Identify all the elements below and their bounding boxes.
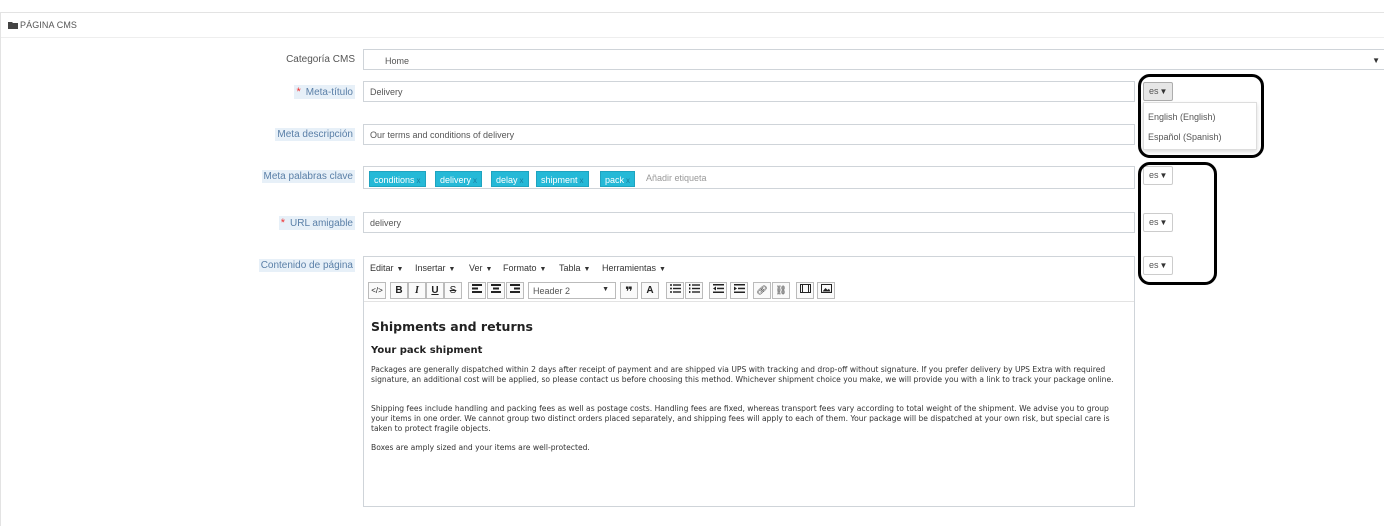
menu-label: Herramientas [602,263,657,273]
align-right-icon[interactable] [506,282,524,299]
caret-down-icon: ▼ [1159,218,1168,227]
meta-description-input[interactable]: Our terms and conditions of delivery [363,124,1135,145]
menu-herramientas[interactable]: Herramientas ▼ [602,263,666,273]
page-content-lang-button[interactable]: es▼ [1143,256,1173,275]
outdent-icon[interactable] [709,282,727,299]
block-format-select[interactable]: Header 2 ▼ [528,282,616,299]
tag-label: conditions [374,175,415,185]
bullet-list-icon[interactable] [666,282,684,299]
media-icon[interactable] [796,282,814,299]
tag-pack[interactable]: pack x [600,171,636,187]
italic-icon[interactable]: I [408,282,426,299]
required-asterisk: * [280,217,285,229]
panel-title: PÁGINA CMS [20,20,78,30]
lang-code: es [1149,86,1159,96]
lang-option-english[interactable]: English (English) [1148,112,1216,122]
folder-icon [8,21,18,31]
chevron-down-icon: ▼ [1372,56,1380,65]
remove-tag-icon[interactable]: x [417,176,421,185]
meta-title-label: * Meta-título [294,85,355,99]
tag-delay[interactable]: delay x [491,171,529,187]
add-tag-input[interactable]: Añadir etiqueta [646,173,707,183]
page-content-label: Contenido de página [258,259,355,272]
editor-menubar: Editar ▼ Insertar ▼ Ver ▼ Formato ▼ Tabla ▼ H… [364,257,1134,279]
blockquote-icon[interactable]: ❞ [620,282,638,299]
caret-down-icon: ▼ [1159,87,1168,96]
language-dropdown-menu: English (English) Español (Spanish) [1143,102,1257,150]
tag-label: delay [496,175,518,185]
category-select[interactable]: Home ▼ [363,49,1384,70]
menu-label: Editar [370,263,394,273]
tag-delivery[interactable]: delivery x [435,171,483,187]
menu-insertar[interactable]: Insertar ▼ [415,263,455,273]
underline-icon[interactable]: U [426,282,444,299]
menu-editar[interactable]: Editar ▼ [370,263,403,273]
meta-keywords-label: Meta palabras clave [261,170,355,183]
caret-down-icon: ▼ [1159,171,1168,180]
tag-label: delivery [440,175,472,185]
menu-tabla[interactable]: Tabla ▼ [559,263,590,273]
source-code-icon[interactable]: </> [368,282,386,299]
caret-down-icon: ▼ [539,266,547,273]
link-icon[interactable]: 🔗︎ [753,282,771,299]
rich-text-editor[interactable]: Editar ▼ Insertar ▼ Ver ▼ Formato ▼ Tabla ▼ H… [363,256,1135,507]
friendly-url-input[interactable]: delivery [363,212,1135,233]
align-center-icon[interactable] [487,282,505,299]
image-icon[interactable] [817,282,835,299]
tag-shipment[interactable]: shipment x [536,171,589,187]
menu-ver[interactable]: Ver ▼ [469,263,492,273]
remove-tag-icon[interactable]: x [473,176,477,185]
tag-conditions[interactable]: conditions x [369,171,426,187]
editor-toolbar: </> B I U S Header 2 ▼ ❞ A 🔗︎ ⛓︎ [364,279,1134,302]
remove-tag-icon[interactable]: x [626,176,630,185]
menu-label: Formato [503,263,537,273]
strikethrough-icon[interactable]: S [444,282,462,299]
content-paragraph-2: Shipping fees include handling and packi… [371,404,1110,433]
menu-formato[interactable]: Formato ▼ [503,263,546,273]
tag-label: pack [605,175,625,185]
caret-down-icon: ▼ [448,266,456,273]
meta-title-input[interactable]: Delivery [363,81,1135,102]
lang-code: es [1149,170,1159,180]
content-paragraph-1: Packages are generally dispatched within… [371,365,1114,384]
numbered-list-icon[interactable] [685,282,703,299]
panel-heading: PÁGINA CMS [1,13,1384,38]
menu-label: Insertar [415,263,446,273]
tag-label: shipment [541,175,578,185]
content-heading-1: Shipments and returns [371,319,533,334]
remove-tag-icon[interactable]: x [580,176,584,185]
friendly-url-label: * URL amigable [278,216,355,230]
meta-title-label-text: Meta-título [305,87,353,98]
meta-description-label: Meta descripción [275,128,355,141]
lang-option-spanish[interactable]: Español (Spanish) [1148,132,1222,142]
menu-label: Ver [469,263,483,273]
unlink-icon[interactable]: ⛓︎ [772,282,790,299]
caret-down-icon: ▼ [659,266,666,273]
menu-label: Tabla [559,263,581,273]
remove-tag-icon[interactable]: x [520,176,524,185]
text-color-icon[interactable]: A [641,282,659,299]
content-paragraph-3: Boxes are amply sized and your items are… [371,443,590,452]
content-heading-2: Your pack shipment [371,345,483,356]
category-label: Categoría CMS [286,54,355,65]
lang-code: es [1149,260,1159,270]
caret-down-icon: ▼ [485,266,493,273]
caret-down-icon: ▼ [1159,261,1168,270]
meta-title-lang-button[interactable]: es▼ [1143,82,1173,101]
align-left-icon[interactable] [468,282,486,299]
lang-code: es [1149,217,1159,227]
bold-icon[interactable]: B [390,282,408,299]
block-format-value: Header 2 [533,286,571,296]
caret-down-icon: ▼ [583,266,591,273]
caret-down-icon: ▼ [602,286,609,293]
friendly-url-lang-button[interactable]: es▼ [1143,213,1173,232]
meta-keywords-lang-button[interactable]: es▼ [1143,166,1173,185]
indent-icon[interactable] [730,282,748,299]
meta-keywords-tags-input[interactable]: conditions x delivery x delay x shipment x p… [363,166,1135,189]
category-value: Home [385,56,410,66]
caret-down-icon: ▼ [396,266,404,273]
required-asterisk: * [296,86,301,98]
friendly-url-label-text: URL amigable [290,218,353,229]
